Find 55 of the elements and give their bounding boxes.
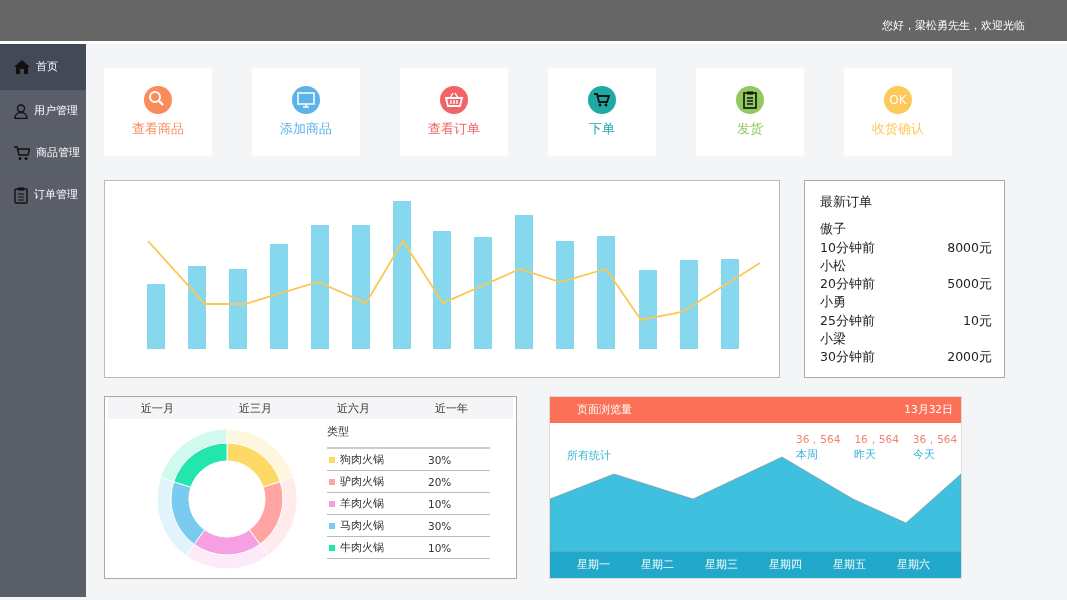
axis-label: 星期五 [833,558,867,572]
stat-label: 所有统计 [567,449,611,463]
clipboard-icon [14,186,28,204]
order-time: 10分钟前 [820,238,875,257]
panel-title: 页面浏览量 [577,403,632,417]
sidebar-item[interactable]: 用户管理 [0,90,86,132]
stat-label: 今天 [912,447,936,462]
axis-label: 星期六 [897,558,931,572]
sidebar-item[interactable]: 首页 [0,44,86,90]
legend-value: 10% [428,541,452,554]
legend-title: 类型 [327,425,490,449]
order-amount: 2000元 [947,348,992,367]
order-time: 25分钟前 [820,311,875,330]
period-tab[interactable]: 近六月 [304,397,402,419]
legend-value: 30% [428,519,452,532]
legend-value: 10% [428,497,452,510]
customer-name: 傲子 [820,220,847,239]
period-tab[interactable]: 近三月 [206,397,304,419]
user-icon [14,103,28,119]
ok-icon: OK [884,86,912,114]
bar [147,284,165,349]
axis-label: 星期四 [769,558,803,572]
order-amount: 10元 [963,311,992,330]
sidebar-item[interactable]: 订单管理 [0,174,86,216]
axis-label: 星期一 [577,558,611,572]
legend-value: 20% [428,475,452,488]
sidebar-item[interactable]: 商品管理 [0,132,86,174]
period-tab[interactable]: 近一月 [108,397,206,419]
period-tab[interactable]: 近一年 [402,397,500,419]
legend-value: 30% [428,453,452,466]
panel-title: 最新订单 [820,193,873,211]
customer-name: 小梁 [820,330,847,349]
stat-value: 36，564 [912,432,958,447]
order-amount: 5000元 [947,275,992,294]
home-icon [14,60,30,74]
axis-label: 星期二 [641,558,675,572]
order-time: 20分钟前 [820,275,875,294]
customer-name: 小松 [820,256,847,275]
welcome-text: 您好，梁松勇先生，欢迎光临 [882,18,1025,33]
shortcut-tile[interactable]: 查看订单 [400,68,508,156]
customer-name: 小勇 [820,293,847,312]
stat-value: 36，564 [796,432,841,447]
legend-label: 狗肉火锅 [340,452,385,467]
axis-label: 星期三 [705,558,739,572]
stat-label: 本周 [796,447,819,462]
cart-icon [14,145,30,161]
legend-label: 马肉火锅 [340,518,385,533]
legend-label: 驴肉火锅 [340,474,385,489]
stat-label: 昨天 [854,447,878,462]
date-text: 13月32日 [904,403,953,417]
legend-label: 羊肉火锅 [340,496,385,511]
stat-value: 16，564 [854,432,899,447]
legend-label: 牛肉火锅 [340,540,385,555]
order-time: 30分钟前 [820,348,875,367]
order-amount: 8000元 [947,238,992,257]
